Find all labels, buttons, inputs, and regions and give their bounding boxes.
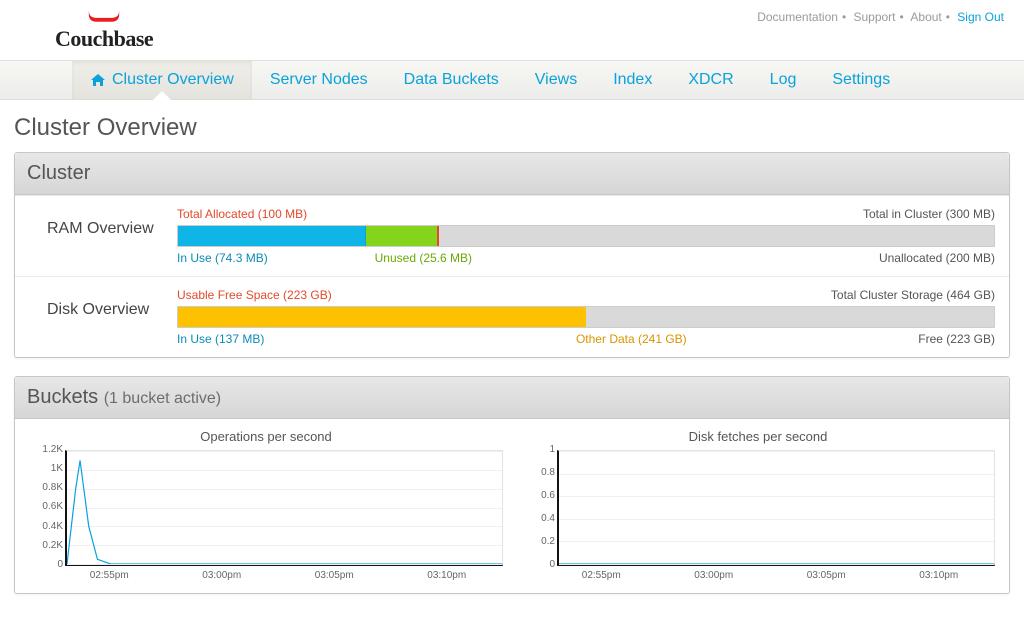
disk-usable-free: Usable Free Space (223 GB) xyxy=(177,288,332,302)
page-title: Cluster Overview xyxy=(0,100,1024,152)
brand-logo: Couchbase xyxy=(55,8,153,52)
nav-server-nodes[interactable]: Server Nodes xyxy=(252,61,386,99)
ram-bar xyxy=(177,225,995,247)
ram-section: RAM Overview Total Allocated (100 MB) To… xyxy=(15,195,1009,276)
disk-seg-used xyxy=(178,307,586,327)
disk-overview-label: Disk Overview xyxy=(29,287,177,319)
chart-y-labels: 1.2K1K0.8K0.6K0.4K0.2K0 xyxy=(31,444,63,570)
link-documentation[interactable]: Documentation xyxy=(757,10,838,24)
nav-log[interactable]: Log xyxy=(752,61,815,99)
ram-seg-unused xyxy=(366,226,439,246)
ram-overview-label: RAM Overview xyxy=(29,206,177,238)
chart-1: Disk fetches per second10.80.60.40.2002:… xyxy=(521,429,995,581)
disk-seg-free xyxy=(586,307,994,327)
disk-total-storage: Total Cluster Storage (464 GB) xyxy=(831,288,995,302)
ram-total-allocated: Total Allocated (100 MB) xyxy=(177,207,307,221)
chart-0: Operations per second1.2K1K0.8K0.6K0.4K0… xyxy=(29,429,503,581)
chart-body xyxy=(557,450,995,566)
cluster-panel-head: Cluster xyxy=(15,153,1009,195)
top-links: Documentation• Support• About• Sign Out xyxy=(757,8,1004,24)
main-nav: Cluster Overview Server Nodes Data Bucke… xyxy=(0,60,1024,100)
ram-seg-in-use xyxy=(178,226,366,246)
nav-index[interactable]: Index xyxy=(595,61,670,99)
disk-free: Free (223 GB) xyxy=(918,332,995,346)
nav-cluster-overview[interactable]: Cluster Overview xyxy=(72,61,252,99)
ram-in-use: In Use (74.3 MB) xyxy=(177,251,268,265)
home-icon xyxy=(90,73,106,87)
buckets-panel: Buckets (1 bucket active) Operations per… xyxy=(14,376,1010,594)
disk-bar xyxy=(177,306,995,328)
ram-unallocated: Unallocated (200 MB) xyxy=(879,251,995,265)
link-about[interactable]: About xyxy=(910,10,941,24)
cluster-panel: Cluster RAM Overview Total Allocated (10… xyxy=(14,152,1010,358)
ram-total-in-cluster: Total in Cluster (300 MB) xyxy=(863,207,995,221)
chart-x-labels: 02:55pm03:00pm03:05pm03:10pm xyxy=(53,570,503,581)
chart-title: Disk fetches per second xyxy=(521,429,995,444)
link-sign-out[interactable]: Sign Out xyxy=(957,10,1004,24)
buckets-subtitle: (1 bucket active) xyxy=(104,390,221,407)
disk-in-use: In Use (137 MB) xyxy=(177,332,264,346)
chart-body xyxy=(65,450,503,566)
nav-label: Cluster Overview xyxy=(112,71,234,88)
chart-y-labels: 10.80.60.40.20 xyxy=(523,444,555,570)
ram-seg-unallocated xyxy=(439,226,994,246)
ram-unused: Unused (25.6 MB) xyxy=(375,251,472,265)
nav-views[interactable]: Views xyxy=(517,61,595,99)
chart-title: Operations per second xyxy=(29,429,503,444)
nav-settings[interactable]: Settings xyxy=(814,61,908,99)
link-support[interactable]: Support xyxy=(853,10,895,24)
brand-mark-icon xyxy=(85,8,123,24)
buckets-panel-head: Buckets (1 bucket active) xyxy=(15,377,1009,419)
nav-data-buckets[interactable]: Data Buckets xyxy=(386,61,517,99)
chart-x-labels: 02:55pm03:00pm03:05pm03:10pm xyxy=(545,570,995,581)
nav-xdcr[interactable]: XDCR xyxy=(670,61,751,99)
buckets-title: Buckets xyxy=(27,386,98,408)
disk-section: Disk Overview Usable Free Space (223 GB)… xyxy=(15,276,1009,357)
brand-name: Couchbase xyxy=(55,26,153,52)
disk-other-data: Other Data (241 GB) xyxy=(576,332,687,346)
